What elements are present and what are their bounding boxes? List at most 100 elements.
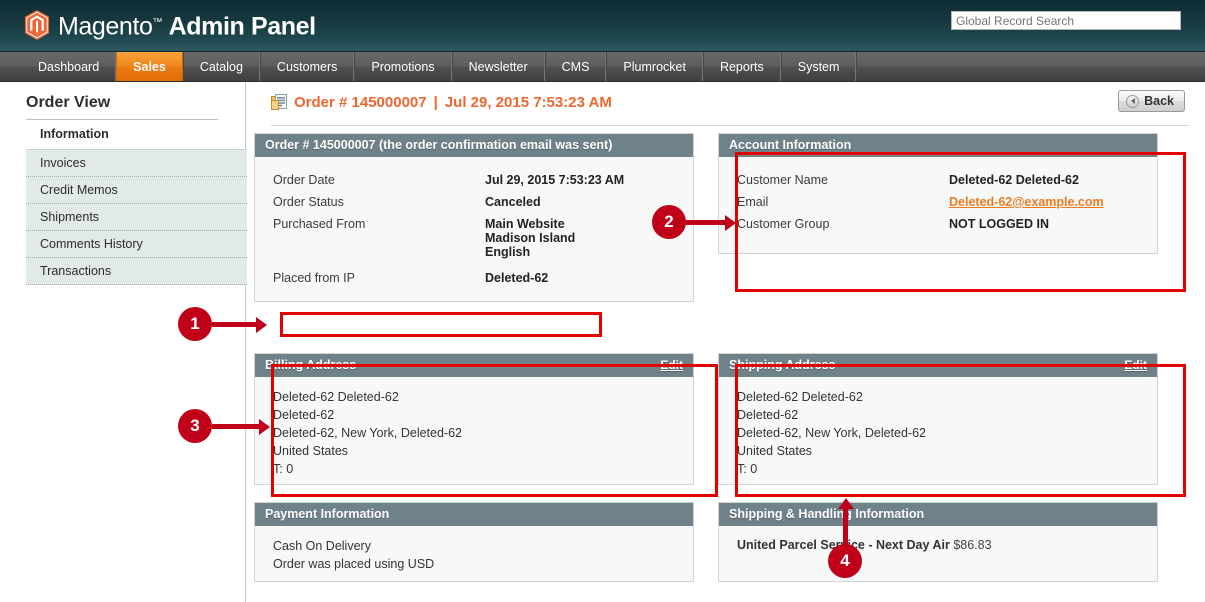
shipping-address-body: Deleted-62 Deleted-62 Deleted-62 Deleted…: [719, 377, 1157, 490]
payment-information-body: Cash On Delivery Order was placed using …: [255, 526, 693, 585]
account-information-panel: Account Information Customer Name Delete…: [718, 133, 1158, 254]
order-date-value: Jul 29, 2015 7:53:23 AM: [485, 173, 625, 187]
sidebar-item-list: Invoices Credit Memos Shipments Comments…: [26, 149, 247, 285]
shipping-handling-body: United Parcel Service - Next Day Air $86…: [719, 526, 1157, 564]
account-information-table: Customer Name Deleted-62 Deleted-62 Emai…: [737, 169, 1143, 235]
back-button[interactable]: Back: [1118, 90, 1185, 112]
brand-subtitle: Admin Panel: [168, 12, 316, 41]
nav-item-sales[interactable]: Sales: [116, 52, 183, 81]
address-line: Deleted-62, New York, Deleted-62: [273, 426, 463, 440]
email-label: Email: [737, 195, 769, 209]
address-line: Deleted-62 Deleted-62: [273, 390, 399, 404]
purchased-from-value: Main Website Madison Island English: [485, 213, 679, 263]
sidebar-item-comments-history[interactable]: Comments History: [26, 231, 247, 258]
payment-currency: Order was placed using USD: [273, 557, 435, 571]
billing-address-header: Billing Address Edit: [255, 354, 693, 377]
address-line: United States: [273, 444, 349, 458]
account-information-title: Account Information: [729, 138, 852, 152]
customer-email-link[interactable]: Deleted-62@example.com: [949, 195, 1104, 209]
brand-logo[interactable]: Magento™ Admin Panel: [24, 8, 316, 41]
order-information-panel: Order # 145000007 (the order confirmatio…: [254, 133, 694, 302]
nav-filler: [856, 52, 1205, 81]
purchased-from-line: Main Website: [485, 217, 565, 231]
shipping-method-line: United Parcel Service - Next Day Air $86…: [737, 538, 1143, 552]
address-line: Deleted-62: [273, 408, 335, 422]
account-information-body: Customer Name Deleted-62 Deleted-62 Emai…: [719, 157, 1157, 253]
order-information-body: Order Date Jul 29, 2015 7:53:23 AM Order…: [255, 157, 693, 301]
payment-information-panel: Payment Information Cash On Delivery Ord…: [254, 502, 694, 582]
shipping-handling-title: Shipping & Handling Information: [729, 507, 925, 521]
shipping-address-title: Shipping Address: [729, 358, 836, 372]
brand-name: Magento: [58, 12, 153, 41]
purchased-from-line: Madison Island: [485, 231, 576, 245]
order-information-header: Order # 145000007 (the order confirmatio…: [255, 134, 693, 157]
account-information-header: Account Information: [719, 134, 1157, 157]
nav-item-system[interactable]: System: [780, 52, 857, 81]
customer-group-value: NOT LOGGED IN: [949, 217, 1049, 231]
nav-item-reports[interactable]: Reports: [702, 52, 781, 81]
payment-information-header: Payment Information: [255, 503, 693, 526]
shipping-address-panel: Shipping Address Edit Deleted-62 Deleted…: [718, 353, 1158, 485]
nav-item-newsletter[interactable]: Newsletter: [451, 52, 545, 81]
shipping-handling-panel: Shipping & Handling Information United P…: [718, 502, 1158, 582]
nav-item-cms[interactable]: CMS: [544, 52, 607, 81]
table-row: Customer Group NOT LOGGED IN: [737, 213, 1143, 235]
order-status-value: Canceled: [485, 195, 541, 209]
nav-item-promotions[interactable]: Promotions: [354, 52, 452, 81]
customer-name-value: Deleted-62 Deleted-62: [949, 173, 1079, 187]
sidebar-item-information[interactable]: Information: [40, 120, 245, 149]
nav-item-dashboard[interactable]: Dashboard: [22, 52, 117, 81]
address-line: Deleted-62 Deleted-62: [737, 390, 863, 404]
shipping-handling-header: Shipping & Handling Information: [719, 503, 1157, 526]
main-panel: Order # 145000007 | Jul 29, 2015 7:53:23…: [246, 82, 1205, 602]
sidebar-title: Order View: [26, 94, 218, 120]
top-header: Magento™ Admin Panel: [0, 0, 1205, 52]
brand-title: Magento™ Admin Panel: [58, 8, 316, 41]
global-search-input[interactable]: [951, 11, 1181, 30]
placed-from-ip-label: Placed from IP: [273, 271, 355, 285]
billing-address-body: Deleted-62 Deleted-62 Deleted-62 Deleted…: [255, 377, 693, 490]
address-line: United States: [737, 444, 813, 458]
sidebar-item-transactions[interactable]: Transactions: [26, 258, 247, 285]
table-row: Purchased From Main Website Madison Isla…: [273, 213, 679, 263]
address-line: Deleted-62: [737, 408, 799, 422]
sidebar-item-invoices[interactable]: Invoices: [26, 150, 247, 177]
order-status-label: Order Status: [273, 195, 344, 209]
order-information-table: Order Date Jul 29, 2015 7:53:23 AM Order…: [273, 169, 679, 289]
shipping-method-name: United Parcel Service - Next Day Air: [737, 538, 950, 552]
table-row: Order Status Canceled: [273, 191, 679, 213]
page-title-date: Jul 29, 2015 7:53:23 AM: [444, 94, 612, 111]
table-row: Order Date Jul 29, 2015 7:53:23 AM: [273, 169, 679, 191]
sidebar-item-credit-memos[interactable]: Credit Memos: [26, 177, 247, 204]
nav-item-plumrocket[interactable]: Plumrocket: [606, 52, 703, 81]
magento-logo-icon: [25, 9, 49, 40]
content-area: Order View Information Invoices Credit M…: [0, 82, 1205, 602]
shipping-address-header: Shipping Address Edit: [719, 354, 1157, 377]
shipping-amount: $86.83: [953, 538, 992, 552]
back-button-label: Back: [1144, 94, 1174, 108]
placed-from-ip-value: Deleted-62: [485, 271, 549, 285]
billing-address-panel: Billing Address Edit Deleted-62 Deleted-…: [254, 353, 694, 485]
order-document-icon: [271, 94, 287, 110]
address-line: T: 0: [273, 462, 294, 476]
sidebar-item-shipments[interactable]: Shipments: [26, 204, 247, 231]
order-information-title: Order # 145000007 (the order confirmatio…: [265, 138, 613, 152]
table-row: Email Deleted-62@example.com: [737, 191, 1143, 213]
shipping-address-edit-link[interactable]: Edit: [1124, 358, 1147, 372]
back-arrow-icon: [1126, 94, 1140, 108]
email-value: Deleted-62@example.com: [949, 191, 1143, 213]
purchased-from-label: Purchased From: [273, 217, 366, 231]
page-header: Order # 145000007 | Jul 29, 2015 7:53:23…: [271, 90, 1189, 126]
page-title: Order # 145000007 | Jul 29, 2015 7:53:23…: [271, 94, 612, 111]
billing-address-edit-link[interactable]: Edit: [660, 358, 683, 372]
brand-tm: ™: [152, 17, 163, 28]
page-title-order-number: Order # 145000007: [294, 94, 427, 111]
table-row: Placed from IP Deleted-62: [273, 263, 679, 289]
payment-method: Cash On Delivery: [273, 539, 371, 553]
nav-item-catalog[interactable]: Catalog: [182, 52, 260, 81]
table-row: Customer Name Deleted-62 Deleted-62: [737, 169, 1143, 191]
nav-item-customers[interactable]: Customers: [259, 52, 355, 81]
address-line: Deleted-62, New York, Deleted-62: [737, 426, 927, 440]
billing-address-title: Billing Address: [265, 358, 357, 372]
page-title-separator: |: [433, 94, 438, 111]
